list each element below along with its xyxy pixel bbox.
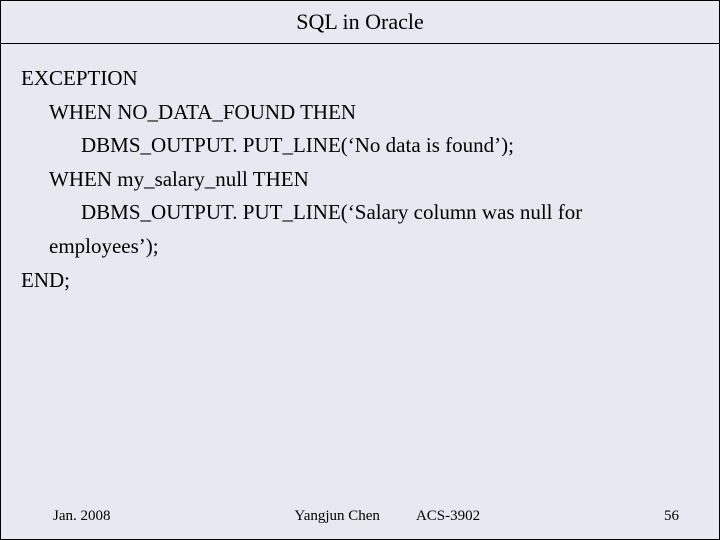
code-line: employees’);: [49, 230, 699, 264]
code-line: WHEN my_salary_null THEN: [49, 163, 699, 197]
footer-date: Jan. 2008: [53, 508, 111, 525]
code-line: END;: [21, 264, 699, 298]
slide-title: SQL in Oracle: [296, 9, 423, 34]
code-line: WHEN NO_DATA_FOUND THEN: [49, 96, 699, 130]
footer-page: 56: [664, 508, 679, 525]
code-line: DBMS_OUTPUT. PUT_LINE(‘No data is found’…: [81, 129, 699, 163]
slide-header: SQL in Oracle: [1, 1, 719, 44]
code-line: DBMS_OUTPUT. PUT_LINE(‘Salary column was…: [81, 196, 699, 230]
footer-author: Yangjun Chen: [294, 508, 380, 525]
slide-body: EXCEPTION WHEN NO_DATA_FOUND THEN DBMS_O…: [1, 44, 719, 315]
slide-footer: Jan. 2008 Yangjun Chen ACS-3902 56: [1, 508, 719, 525]
footer-course: ACS-3902: [416, 508, 480, 525]
code-line: EXCEPTION: [21, 62, 699, 96]
